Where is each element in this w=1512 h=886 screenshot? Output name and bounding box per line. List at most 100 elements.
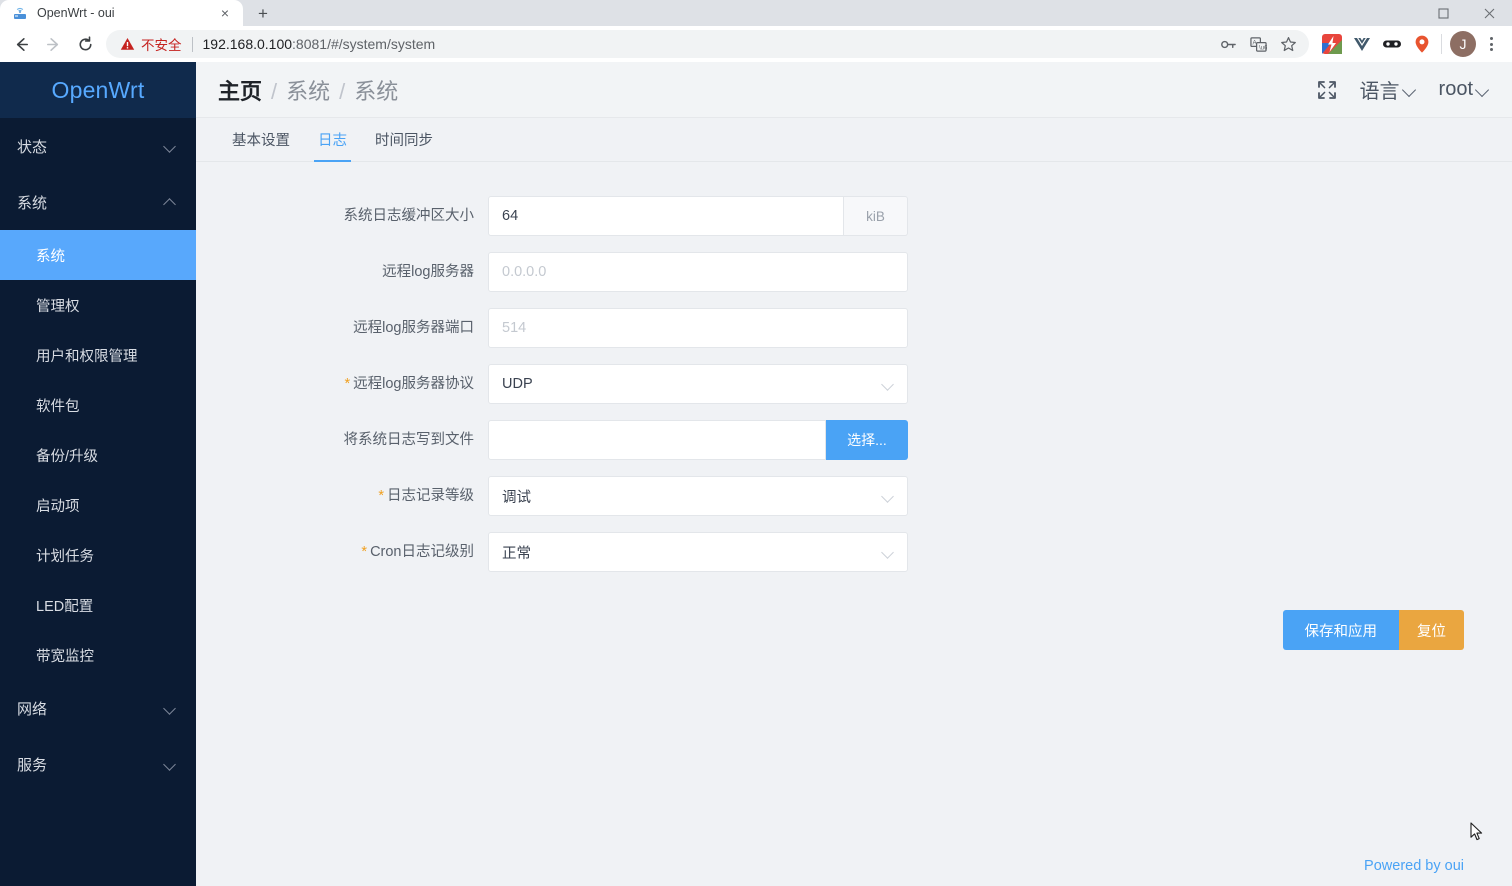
browser-tab[interactable]: OpenWrt - oui ×: [0, 0, 243, 26]
log-settings-form: 系统日志缓冲区大小 64 kiB 远程log服务器 0.0.0.0 远程log服…: [196, 162, 1512, 572]
buffer-size-input[interactable]: 64: [488, 196, 844, 236]
sidebar-group-services-label: 服务: [17, 754, 164, 775]
bookmark-star-icon[interactable]: [1275, 31, 1301, 57]
chevron-down-icon: [883, 380, 894, 391]
sidebar: OpenWrt 状态 系统 系统 管理权 用户和权限管理 软件包 备份/升级 启…: [0, 62, 196, 886]
sidebar-group-network-label: 网络: [17, 698, 164, 719]
user-dropdown[interactable]: root: [1439, 78, 1490, 101]
save-and-apply-button[interactable]: 保存和应用: [1283, 610, 1400, 650]
chrome-menu-icon[interactable]: [1478, 31, 1504, 57]
cron-log-level-select[interactable]: 正常: [488, 532, 908, 572]
sidebar-item-label: 用户和权限管理: [36, 345, 138, 366]
language-dropdown[interactable]: 语言: [1360, 75, 1417, 104]
address-bar[interactable]: 不安全 192.168.0.100:8081/#/system/system A…: [106, 30, 1309, 58]
sidebar-item-label: 管理权: [36, 295, 80, 316]
browser-chrome: OpenWrt - oui × +: [0, 0, 1512, 62]
reload-icon[interactable]: [70, 29, 100, 59]
remote-log-protocol-select[interactable]: UDP: [488, 364, 908, 404]
window-controls: [1420, 0, 1512, 26]
svg-text:\u6587: \u6587: [1258, 44, 1266, 51]
tab-label: 基本设置: [232, 129, 290, 150]
maximize-button[interactable]: [1420, 0, 1466, 26]
url-host: 192.168.0.100: [203, 36, 293, 52]
app-page: OpenWrt 状态 系统 系统 管理权 用户和权限管理 软件包 备份/升级 启…: [0, 62, 1512, 886]
sidebar-item-users[interactable]: 用户和权限管理: [0, 330, 196, 380]
input-value: 64: [502, 208, 518, 224]
sidebar-item-label: 备份/升级: [36, 445, 98, 466]
field-control: 0.0.0.0: [488, 252, 908, 292]
breadcrumb: 主页 / 系统 / 系统: [218, 74, 398, 106]
security-indicator[interactable]: 不安全: [120, 34, 182, 54]
breadcrumb-home[interactable]: 主页: [218, 74, 262, 106]
sidebar-group-system[interactable]: 系统: [0, 174, 196, 230]
required-asterisk: *: [361, 544, 367, 560]
sidebar-item-system[interactable]: 系统: [0, 230, 196, 280]
log-file-input[interactable]: [488, 420, 826, 460]
breadcrumb-separator: /: [271, 79, 277, 105]
field-row-remote-port: 远程log服务器端口 514: [196, 308, 1512, 348]
field-label-text: 日志记录等级: [387, 488, 474, 504]
remote-log-server-input[interactable]: 0.0.0.0: [488, 252, 908, 292]
tab-basic-settings[interactable]: 基本设置: [218, 118, 304, 161]
input-placeholder: 514: [502, 320, 526, 336]
buffer-size-unit: kiB: [844, 196, 908, 236]
mouse-cursor: [1470, 822, 1484, 842]
sidebar-item-crontab[interactable]: 计划任务: [0, 530, 196, 580]
extension-icon-1[interactable]: [1321, 33, 1343, 55]
url-text: 192.168.0.100:8081/#/system/system: [203, 36, 436, 52]
tab-time-sync[interactable]: 时间同步: [361, 118, 447, 161]
sidebar-item-packages[interactable]: 软件包: [0, 380, 196, 430]
new-tab-button[interactable]: +: [249, 0, 277, 26]
key-icon[interactable]: [1215, 31, 1241, 57]
toolbar-divider: [1441, 34, 1442, 54]
sidebar-group-status-label: 状态: [17, 136, 164, 157]
sidebar-item-bandwidth[interactable]: 带宽监控: [0, 630, 196, 680]
translate-icon[interactable]: A\u6587: [1245, 31, 1271, 57]
input-placeholder: 0.0.0.0: [502, 264, 546, 280]
extension-icon-location[interactable]: [1411, 33, 1433, 55]
sidebar-item-label: 启动项: [36, 495, 80, 516]
tab-bar: 基本设置 日志 时间同步: [196, 118, 1512, 162]
chevron-down-icon: [164, 140, 176, 152]
back-icon[interactable]: [6, 29, 36, 59]
sidebar-item-backup[interactable]: 备份/升级: [0, 430, 196, 480]
field-row-remote-server: 远程log服务器 0.0.0.0: [196, 252, 1512, 292]
fullscreen-icon[interactable]: [1316, 79, 1338, 101]
sidebar-group-network[interactable]: 网络: [0, 680, 196, 736]
field-control: UDP: [488, 364, 908, 404]
omnibox-divider: [192, 37, 193, 52]
log-level-select[interactable]: 调试: [488, 476, 908, 516]
sidebar-item-admin[interactable]: 管理权: [0, 280, 196, 330]
sidebar-logo[interactable]: OpenWrt: [0, 62, 196, 118]
url-path: :8081/#/system/system: [292, 36, 435, 52]
footer-credit[interactable]: Powered by oui: [1364, 858, 1464, 874]
sidebar-item-startup[interactable]: 启动项: [0, 480, 196, 530]
content-area: 主页 / 系统 / 系统 语言: [196, 62, 1512, 886]
chevron-down-icon: [1403, 83, 1417, 97]
extension-icon-glasses[interactable]: [1381, 33, 1403, 55]
remote-log-port-input[interactable]: 514: [488, 308, 908, 348]
reset-button[interactable]: 复位: [1399, 610, 1464, 650]
field-control: 正常: [488, 532, 908, 572]
chevron-down-icon: [1476, 83, 1490, 97]
avatar[interactable]: J: [1450, 31, 1476, 57]
browser-tabstrip: OpenWrt - oui × +: [0, 0, 1512, 26]
sidebar-group-status[interactable]: 状态: [0, 118, 196, 174]
breadcrumb-segment-1[interactable]: 系统: [286, 74, 330, 106]
forward-icon[interactable]: [38, 29, 68, 59]
router-icon: [12, 5, 28, 21]
sidebar-item-led[interactable]: LED配置: [0, 580, 196, 630]
choose-file-button[interactable]: 选择...: [826, 420, 908, 460]
breadcrumb-segment-2[interactable]: 系统: [354, 74, 398, 106]
field-label: 远程log服务器端口: [196, 308, 488, 348]
close-icon[interactable]: ×: [217, 5, 233, 21]
field-control: 64 kiB: [488, 196, 908, 236]
close-window-button[interactable]: [1466, 0, 1512, 26]
select-value: 正常: [502, 542, 531, 563]
chevron-down-icon: [883, 492, 894, 503]
field-label: *Cron日志记级别: [196, 532, 488, 572]
extension-icon-vue[interactable]: [1351, 33, 1373, 55]
field-row-cron-level: *Cron日志记级别 正常: [196, 532, 1512, 572]
tab-logging[interactable]: 日志: [304, 118, 361, 161]
sidebar-group-services[interactable]: 服务: [0, 736, 196, 792]
